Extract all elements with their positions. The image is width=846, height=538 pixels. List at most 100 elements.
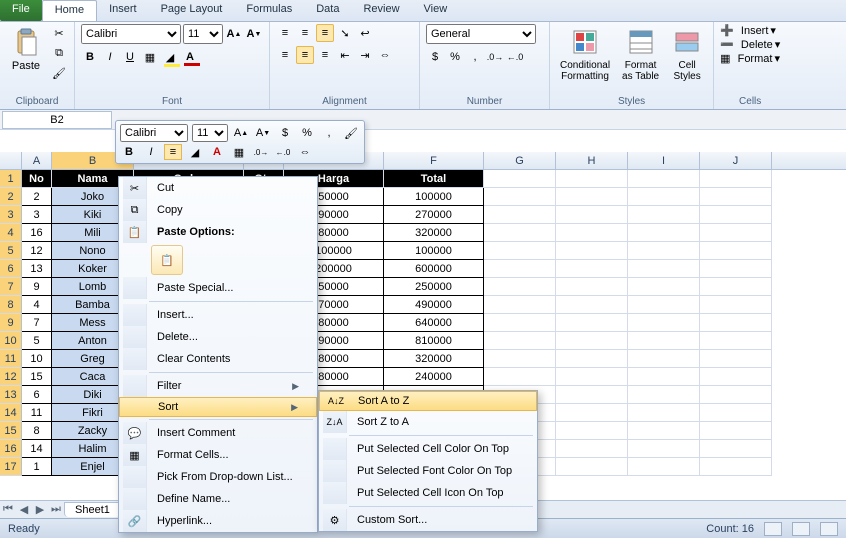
row-header[interactable]: 13 xyxy=(0,386,22,404)
mini-comma[interactable]: , xyxy=(320,125,338,141)
cell[interactable] xyxy=(484,332,556,350)
row-header[interactable]: 9 xyxy=(0,314,22,332)
cell[interactable] xyxy=(556,422,628,440)
sheet-nav-next[interactable]: ▶ xyxy=(32,503,48,516)
sort-font-color[interactable]: Put Selected Font Color On Top xyxy=(319,460,537,482)
cell[interactable] xyxy=(556,206,628,224)
col-header-H[interactable]: H xyxy=(556,152,628,169)
mini-border[interactable]: ▦ xyxy=(230,144,248,160)
col-header-F[interactable]: F xyxy=(384,152,484,169)
ctx-delete[interactable]: Delete... xyxy=(119,326,317,348)
cell[interactable] xyxy=(556,332,628,350)
sheet-nav-last[interactable]: ⏭ xyxy=(48,503,64,516)
cell[interactable] xyxy=(484,368,556,386)
select-all-button[interactable] xyxy=(0,152,22,169)
orientation-button[interactable]: ➘ xyxy=(336,24,354,42)
cell[interactable] xyxy=(556,440,628,458)
row-header[interactable]: 15 xyxy=(0,422,22,440)
tab-view[interactable]: View xyxy=(412,0,460,21)
cell[interactable] xyxy=(700,440,772,458)
cell[interactable] xyxy=(628,260,700,278)
fill-color-button[interactable]: ◢ xyxy=(161,48,179,66)
cell[interactable] xyxy=(628,296,700,314)
row-header[interactable]: 17 xyxy=(0,458,22,476)
cell[interactable]: 12 xyxy=(22,242,52,260)
cell[interactable]: 640000 xyxy=(384,314,484,332)
col-header-G[interactable]: G xyxy=(484,152,556,169)
cell[interactable]: 100000 xyxy=(384,242,484,260)
cell[interactable] xyxy=(556,170,628,188)
cell[interactable]: 14 xyxy=(22,440,52,458)
cell[interactable] xyxy=(700,350,772,368)
cell[interactable] xyxy=(556,350,628,368)
sort-cell-color[interactable]: Put Selected Cell Color On Top xyxy=(319,438,537,460)
tab-formulas[interactable]: Formulas xyxy=(234,0,304,21)
align-left-button[interactable]: ≡ xyxy=(276,46,294,64)
align-right-button[interactable]: ≡ xyxy=(316,46,334,64)
align-center-button[interactable]: ≡ xyxy=(296,46,314,64)
cell[interactable]: 9 xyxy=(22,278,52,296)
cell[interactable]: 490000 xyxy=(384,296,484,314)
ctx-copy[interactable]: ⧉Copy xyxy=(119,199,317,221)
cell[interactable]: 2 xyxy=(22,188,52,206)
ctx-define-name[interactable]: Define Name... xyxy=(119,488,317,510)
comma-button[interactable]: , xyxy=(466,48,484,66)
cells-insert-button[interactable]: ➕ Insert▾ xyxy=(720,24,776,37)
cell[interactable] xyxy=(628,458,700,476)
conditional-formatting-button[interactable]: Conditional Formatting xyxy=(556,24,614,84)
row-header[interactable]: 7 xyxy=(0,278,22,296)
cell[interactable] xyxy=(556,296,628,314)
cell[interactable] xyxy=(628,422,700,440)
ctx-paste-special[interactable]: Paste Special... xyxy=(119,277,317,299)
increase-decimal-button[interactable]: .0→ xyxy=(486,48,504,66)
cell[interactable] xyxy=(700,224,772,242)
format-painter-button[interactable]: 🖌 xyxy=(50,64,68,82)
row-header[interactable]: 16 xyxy=(0,440,22,458)
cell[interactable]: 10 xyxy=(22,350,52,368)
cell[interactable] xyxy=(484,314,556,332)
ctx-filter[interactable]: Filter▶ xyxy=(119,375,317,397)
cell[interactable] xyxy=(484,188,556,206)
ctx-cut[interactable]: ✂Cut xyxy=(119,177,317,199)
cell[interactable] xyxy=(484,242,556,260)
mini-italic[interactable]: I xyxy=(142,144,160,160)
mini-currency[interactable]: $ xyxy=(276,125,294,141)
cell[interactable] xyxy=(700,404,772,422)
mini-bold[interactable]: B xyxy=(120,144,138,160)
cell[interactable] xyxy=(700,278,772,296)
col-header-I[interactable]: I xyxy=(628,152,700,169)
format-as-table-button[interactable]: Format as Table xyxy=(618,24,663,84)
ctx-insert-comment[interactable]: 💬Insert Comment xyxy=(119,422,317,444)
cell[interactable] xyxy=(700,386,772,404)
cell[interactable] xyxy=(700,188,772,206)
font-size-select[interactable]: 11 xyxy=(183,24,223,44)
sort-a-to-z[interactable]: A↓ZSort A to Z xyxy=(319,391,537,411)
percent-button[interactable]: % xyxy=(446,48,464,66)
cell[interactable] xyxy=(700,170,772,188)
cell[interactable] xyxy=(556,386,628,404)
mini-dec-decimal[interactable]: ←.0 xyxy=(274,144,292,160)
row-header[interactable]: 4 xyxy=(0,224,22,242)
cell[interactable] xyxy=(556,314,628,332)
cell[interactable] xyxy=(628,278,700,296)
cell[interactable] xyxy=(556,368,628,386)
cell[interactable]: 11 xyxy=(22,404,52,422)
cut-button[interactable]: ✂ xyxy=(50,24,68,42)
paste-button[interactable]: Paste xyxy=(6,24,46,74)
sheet-tab-1[interactable]: Sheet1 xyxy=(64,502,121,517)
tab-data[interactable]: Data xyxy=(304,0,351,21)
merge-button[interactable]: ⇔ xyxy=(376,46,394,64)
ctx-sort[interactable]: Sort▶ xyxy=(119,397,317,417)
col-header-A[interactable]: A xyxy=(22,152,52,169)
col-header-J[interactable]: J xyxy=(700,152,772,169)
cell[interactable]: No xyxy=(22,170,52,188)
ctx-paste-default[interactable]: 📋 xyxy=(151,245,183,275)
cell[interactable] xyxy=(628,350,700,368)
cell[interactable]: 5 xyxy=(22,332,52,350)
cell[interactable]: 4 xyxy=(22,296,52,314)
ctx-insert[interactable]: Insert... xyxy=(119,304,317,326)
cell[interactable] xyxy=(556,242,628,260)
cell[interactable] xyxy=(484,206,556,224)
mini-font-select[interactable]: Calibri xyxy=(120,124,188,142)
view-pagebreak-button[interactable] xyxy=(820,522,838,536)
